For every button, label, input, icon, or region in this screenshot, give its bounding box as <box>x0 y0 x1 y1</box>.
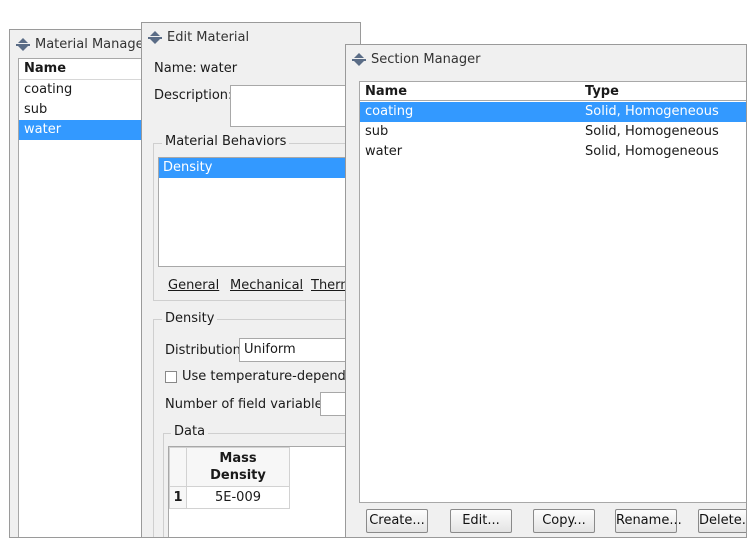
menu-mechanical[interactable]: Mechanical <box>230 278 303 293</box>
data-group-title: Data <box>171 424 209 439</box>
copy-button[interactable]: Copy... <box>533 509 595 533</box>
app-icon <box>16 38 30 52</box>
section-manager-window: Section Manager Name Type coating Solid,… <box>345 44 747 538</box>
material-list-item[interactable]: sub <box>19 100 150 120</box>
table-row[interactable]: water Solid, Homogeneous <box>360 142 746 162</box>
material-list-item[interactable]: coating <box>19 80 150 100</box>
section-type: Solid, Homogeneous <box>585 144 719 159</box>
section-type: Solid, Homogeneous <box>585 104 719 119</box>
section-list-header: Name Type <box>359 81 746 102</box>
temperature-dependent-label: Use temperature-dependent <box>182 369 361 384</box>
density-group-title: Density <box>162 311 218 326</box>
section-manager-title: Section Manager <box>371 52 481 67</box>
description-label: Description: <box>154 88 233 103</box>
section-name: sub <box>365 124 389 139</box>
app-icon <box>352 53 366 67</box>
material-list[interactable]: Name coating sub water <box>18 58 150 537</box>
description-input[interactable] <box>230 85 360 127</box>
section-name: coating <box>365 104 414 119</box>
material-manager-window: Material Manager Name coating sub water <box>9 29 151 538</box>
edit-material-title: Edit Material <box>167 30 250 45</box>
data-table-area: Mass Density 1 5E-009 <box>168 446 360 537</box>
material-behaviors-title: Material Behaviors <box>162 134 290 149</box>
material-list-item-selected[interactable]: water <box>19 120 150 140</box>
section-col-type[interactable]: Type <box>585 82 619 102</box>
menu-general[interactable]: General <box>168 278 219 293</box>
behavior-item-density[interactable]: Density <box>159 158 360 178</box>
app-icon <box>148 31 162 45</box>
edit-button[interactable]: Edit... <box>450 509 512 533</box>
field-variables-label: Number of field variables: <box>165 397 334 412</box>
rename-button[interactable]: Rename... <box>615 509 682 533</box>
delete-button[interactable]: Delete... <box>698 509 746 533</box>
section-col-name[interactable]: Name <box>365 82 407 102</box>
edit-material-window: Edit Material Name: water Description: M… <box>141 22 361 538</box>
material-list-header-name[interactable]: Name <box>19 59 150 80</box>
section-list[interactable]: coating Solid, Homogeneous sub Solid, Ho… <box>359 100 746 503</box>
data-table-header-mass-density[interactable]: Mass Density <box>186 447 290 487</box>
material-manager-titlebar[interactable]: Material Manager <box>10 30 150 60</box>
name-value: water <box>200 61 238 76</box>
edit-material-titlebar[interactable]: Edit Material <box>142 23 360 53</box>
create-button[interactable]: Create... <box>366 509 428 533</box>
data-table: Mass Density 1 5E-009 <box>169 447 290 509</box>
distribution-value: Uniform <box>244 342 296 357</box>
section-name: water <box>365 144 403 159</box>
data-table-row-index: 1 <box>169 486 187 509</box>
name-label: Name: <box>154 61 197 76</box>
behaviors-list[interactable]: Density <box>158 157 360 267</box>
header-line-1: Mass <box>219 451 257 466</box>
distribution-label: Distribution: <box>165 343 246 358</box>
table-row[interactable]: coating Solid, Homogeneous <box>360 102 746 122</box>
distribution-select[interactable]: Uniform <box>239 338 360 362</box>
material-manager-title: Material Manager <box>35 37 149 52</box>
header-line-2: Density <box>210 468 266 483</box>
table-row[interactable]: sub Solid, Homogeneous <box>360 122 746 142</box>
section-type: Solid, Homogeneous <box>585 124 719 139</box>
section-manager-titlebar[interactable]: Section Manager <box>346 45 746 75</box>
temperature-dependent-checkbox[interactable] <box>165 371 177 383</box>
data-table-corner <box>169 447 187 487</box>
data-table-cell-mass-density[interactable]: 5E-009 <box>186 486 290 509</box>
